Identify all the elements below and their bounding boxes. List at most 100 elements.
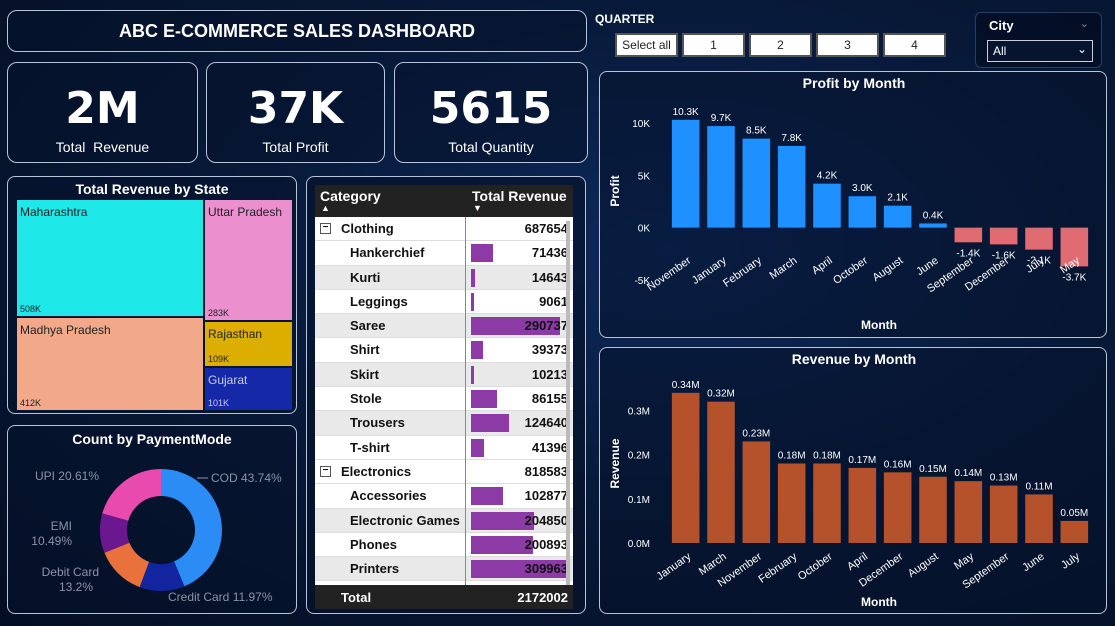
table-scrollbar[interactable] (566, 221, 570, 591)
data-label: 2.1K (887, 193, 908, 204)
row-value: 71436 (531, 245, 568, 261)
table-row[interactable]: Kurti 14643 (315, 265, 573, 290)
bar[interactable] (954, 227, 983, 243)
bar[interactable] (919, 476, 947, 543)
table-row[interactable]: Hankerchief 71436 (315, 241, 573, 266)
table-row[interactable]: Trousers 124640 (315, 411, 573, 436)
x-tick-label: June (914, 255, 940, 279)
profit-by-month-card: Profit by Month 10K 5K 0K -5K Profit Month 10.3… (599, 71, 1107, 338)
bar[interactable] (883, 205, 912, 228)
bar[interactable] (1025, 494, 1053, 543)
kpi-label: Total Revenue (55, 139, 150, 155)
bar[interactable] (954, 481, 983, 543)
table-row[interactable]: Printers 309963 (315, 557, 573, 582)
y-tick-label: 0.1M (628, 495, 650, 506)
quarter-button-1[interactable]: 1 (682, 33, 745, 57)
quarter-button-select-all[interactable]: Select all (615, 33, 678, 57)
kpi-label: Total Quantity (448, 139, 534, 155)
row-value: 818583 (524, 463, 568, 479)
row-category: Electronics (341, 463, 412, 479)
row-value: 309963 (524, 561, 568, 577)
table-row[interactable]: Leggings 9061 (315, 290, 573, 315)
bar[interactable] (1025, 227, 1053, 250)
data-label: 4.2K (817, 171, 838, 182)
chart-title: Profit by Month (803, 75, 906, 91)
table-row[interactable]: Phones 200893 (315, 533, 573, 558)
table-row[interactable]: Saree 290737 (315, 314, 573, 339)
payment-donut-card: Count by PaymentMode COD 43.74% Credit Ca… (7, 425, 297, 614)
bar[interactable] (848, 196, 877, 228)
x-tick-label: January (654, 550, 693, 583)
bar[interactable] (813, 183, 841, 228)
collapse-toggle-icon[interactable]: − (320, 465, 331, 477)
column-header-total-revenue[interactable]: Total Revenue (472, 188, 567, 204)
table-row[interactable]: Accessories 102877 (315, 484, 573, 509)
row-value: 200893 (524, 536, 568, 552)
bar[interactable] (777, 463, 806, 544)
kpi-card-revenue[interactable]: 2M Total Revenue (7, 62, 198, 163)
treemap-tile-label: Gujarat (208, 373, 248, 387)
row-category: Stole (350, 391, 382, 407)
column-header-category[interactable]: Category (320, 188, 381, 204)
treemap-tile[interactable]: Madhya Pradesh 412K (17, 318, 203, 410)
bar[interactable] (848, 467, 877, 543)
kpi-card-profit[interactable]: 37K Total Profit (206, 62, 385, 163)
bar[interactable] (989, 227, 1018, 245)
donut-label-debit-card: Debit Card (42, 565, 99, 579)
bar[interactable] (1060, 520, 1089, 543)
bar[interactable] (883, 472, 912, 543)
bar[interactable] (813, 463, 841, 544)
treemap-tile[interactable]: Uttar Pradesh 283K (205, 200, 292, 320)
bar[interactable] (989, 485, 1018, 543)
quarter-slicer-title: QUARTER (595, 12, 655, 26)
bar[interactable] (707, 401, 735, 543)
collapse-toggle-icon[interactable]: − (320, 223, 331, 234)
x-tick-label: April (810, 255, 835, 277)
table-row[interactable]: Shirt 39373 (315, 338, 573, 363)
bar[interactable] (777, 145, 806, 228)
quarter-button-4[interactable]: 4 (883, 33, 946, 57)
table-row[interactable]: T-shirt 41396 (315, 436, 573, 460)
table-row[interactable]: Skirt 10213 (315, 362, 573, 388)
x-tick-label: August (906, 551, 941, 580)
treemap-tile-value: 101K (208, 398, 229, 408)
row-value: 41396 (531, 439, 568, 455)
quarter-button-2[interactable]: 2 (749, 33, 812, 57)
bar[interactable] (671, 119, 700, 228)
data-label: 0.32M (707, 389, 735, 400)
chevron-down-icon[interactable]: ⌄ (1080, 17, 1089, 30)
table-group-row[interactable]: − Electronics 818583 (315, 460, 573, 485)
city-slicer-title: City (989, 18, 1014, 33)
kpi-value: 2M (65, 83, 140, 134)
table-row[interactable]: Electronic Games 204850 (315, 508, 573, 533)
treemap-tile[interactable]: Rajasthan 109K (205, 322, 292, 366)
row-value: 204850 (524, 512, 568, 528)
y-axis-label: Profit (608, 175, 622, 206)
y-axis-label: Revenue (608, 438, 622, 488)
data-bar (471, 244, 493, 263)
treemap-tile-label: Uttar Pradesh (208, 205, 282, 219)
data-label: 0.17M (848, 455, 876, 466)
quarter-buttons: Select all 1 2 3 4 (615, 33, 946, 57)
bar[interactable] (707, 126, 735, 228)
dashboard-title: ABC E-COMMERCE SALES DASHBOARD (118, 20, 475, 41)
data-bar (471, 438, 484, 457)
city-dropdown[interactable]: All ⌄ (987, 40, 1093, 62)
treemap-tile[interactable]: Gujarat 101K (205, 368, 292, 410)
bar[interactable] (742, 138, 771, 228)
donut-slice[interactable] (102, 469, 161, 521)
sort-asc-icon: ▲ (321, 203, 330, 213)
table-row[interactable]: Stole 86155 (315, 387, 573, 412)
treemap-tile[interactable]: Maharashtra 508K (17, 200, 203, 316)
donut-label-emi: EMI (51, 519, 72, 533)
bar[interactable] (919, 223, 947, 228)
treemap-tile-value: 412K (20, 398, 41, 408)
table-group-row[interactable]: − Clothing 687654 (315, 217, 573, 242)
x-tick-label: May (952, 550, 976, 572)
row-category: Printers (350, 561, 400, 577)
bar[interactable] (742, 441, 771, 543)
bar[interactable] (671, 392, 700, 543)
quarter-button-3[interactable]: 3 (816, 33, 879, 57)
kpi-card-quantity[interactable]: 5615 Total Quantity (394, 62, 588, 163)
x-tick-label: March (767, 255, 799, 282)
